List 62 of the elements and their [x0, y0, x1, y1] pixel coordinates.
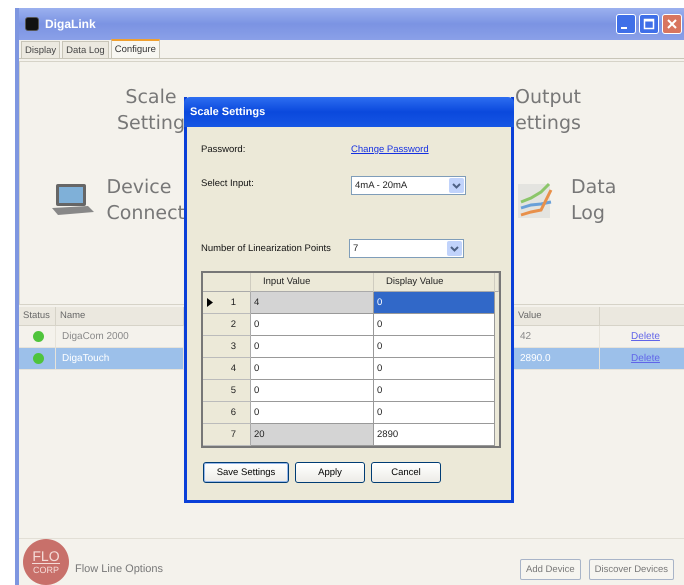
table-cell[interactable]: 20: [251, 424, 374, 446]
current-row-icon: [207, 298, 213, 307]
footer-button[interactable]: Add Device: [520, 558, 581, 580]
table-cell[interactable]: 0: [251, 380, 374, 402]
close-icon: [666, 18, 678, 30]
app-icon: [25, 17, 39, 31]
points-dropdown[interactable]: 7: [349, 239, 464, 258]
table-cell: 2890.0: [514, 348, 600, 370]
table-cell[interactable]: 0: [374, 402, 495, 424]
tile-label[interactable]: Scale Setting: [116, 84, 185, 136]
dialog-button[interactable]: Apply: [295, 462, 365, 483]
tile-label[interactable]: Device Connect: [106, 174, 185, 226]
dialog-title: Scale Settings: [184, 97, 514, 127]
tile-label[interactable]: Data Log: [571, 174, 616, 226]
table-cell[interactable]: 0: [374, 380, 495, 402]
delete-link[interactable]: Delete: [631, 326, 660, 347]
tab[interactable]: Configure: [110, 39, 160, 58]
row-header[interactable]: 2: [203, 314, 251, 336]
window-title: DigaLink: [45, 17, 97, 31]
table-cell[interactable]: 4: [251, 292, 374, 314]
table-cell: DigaTouch: [56, 348, 184, 370]
dialog-button[interactable]: Cancel: [371, 462, 441, 483]
table-cell[interactable]: 0: [251, 358, 374, 380]
column-header: Value: [514, 307, 600, 326]
table-cell[interactable]: 0: [251, 314, 374, 336]
close-button[interactable]: [662, 14, 682, 34]
row-header[interactable]: 5: [203, 380, 251, 402]
row-header[interactable]: 1: [203, 292, 251, 314]
field-label: Number of Linearization Points: [201, 243, 332, 254]
field-label: Password:: [201, 143, 246, 155]
laptop-icon: [50, 182, 96, 218]
table-cell[interactable]: 0: [374, 358, 495, 380]
table-cell[interactable]: 0: [374, 292, 495, 314]
brand-name: Flow Line Options: [75, 563, 164, 575]
maximize-icon: [643, 18, 655, 30]
tab[interactable]: Data Log: [62, 41, 109, 58]
tab[interactable]: Display: [21, 41, 60, 58]
column-header: Display Value: [374, 273, 495, 292]
minimize-icon: [621, 27, 627, 29]
column-header: Name: [56, 307, 184, 326]
table-cell[interactable]: 0: [251, 336, 374, 358]
row-header[interactable]: 4: [203, 358, 251, 380]
row-header[interactable]: 7: [203, 424, 251, 446]
table-cell[interactable]: 0: [251, 402, 374, 424]
minimize-button[interactable]: [616, 14, 636, 34]
change-password-link[interactable]: Change Password: [351, 142, 429, 155]
row-header[interactable]: 6: [203, 402, 251, 424]
table-cell[interactable]: 0: [374, 336, 495, 358]
row-header[interactable]: 3: [203, 336, 251, 358]
table-cell[interactable]: 2890: [374, 424, 495, 446]
caret-icon: [450, 246, 459, 252]
caret-icon: [452, 182, 461, 188]
input-dropdown[interactable]: 4mA - 20mA: [351, 176, 466, 195]
tile-label[interactable]: Output ettings: [515, 84, 581, 136]
column-header: Input Value: [251, 273, 374, 292]
maximize-button[interactable]: [639, 14, 659, 34]
footer-button[interactable]: Discover Devices: [588, 558, 674, 580]
column-header: Status: [19, 307, 56, 326]
table-cell[interactable]: 0: [374, 314, 495, 336]
dialog-button[interactable]: Save Settings: [203, 462, 289, 483]
field-label: Select Input:: [201, 177, 255, 189]
logo: FLO CORP: [23, 539, 69, 585]
